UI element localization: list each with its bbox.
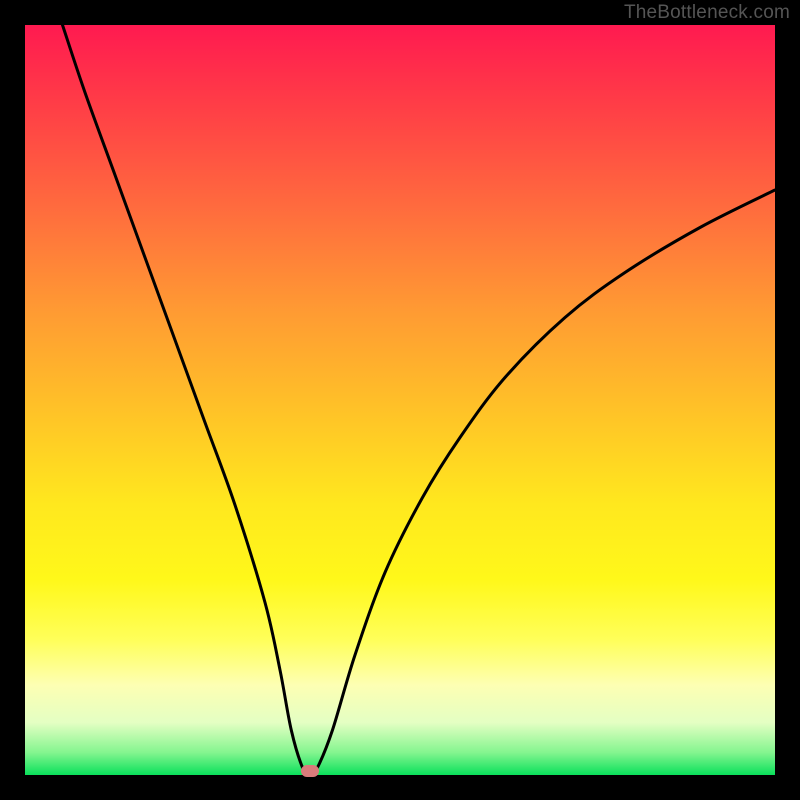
chart-plot-area <box>25 25 775 775</box>
bottleneck-curve <box>25 25 775 775</box>
watermark-text: TheBottleneck.com <box>624 2 790 24</box>
optimal-point-marker <box>301 765 319 777</box>
